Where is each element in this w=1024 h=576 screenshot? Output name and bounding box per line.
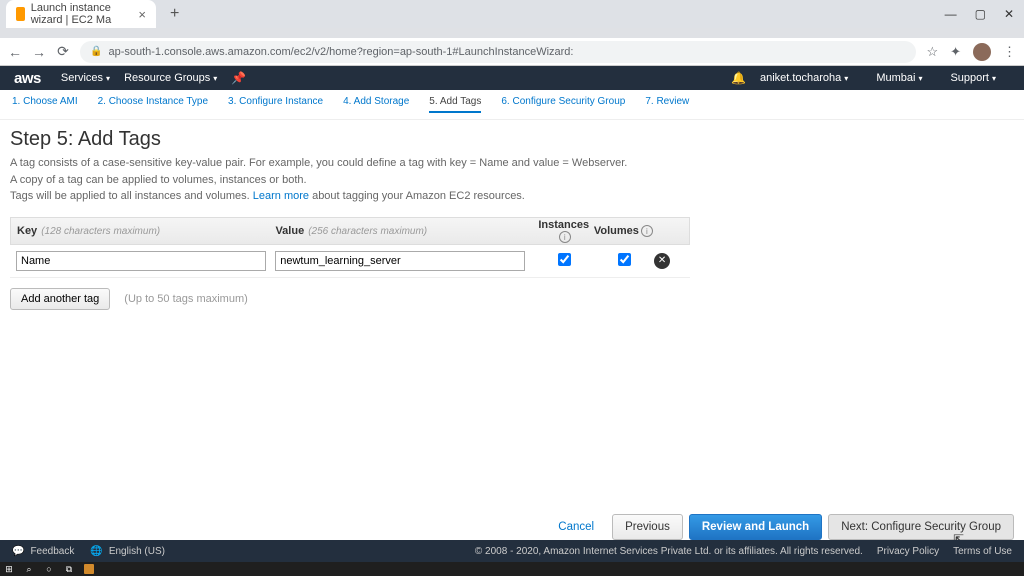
region-menu[interactable]: Mumbai▾ [876, 72, 922, 84]
step-review[interactable]: 7. Review [645, 96, 689, 113]
aws-header: aws Services▾ Resource Groups▾ 📌 🔔 anike… [0, 66, 1024, 90]
page-description: A tag consists of a case-sensitive key-v… [10, 155, 1014, 205]
add-tag-hint: (Up to 50 tags maximum) [124, 293, 247, 305]
resource-groups-menu[interactable]: Resource Groups▾ [124, 72, 217, 84]
step-add-tags[interactable]: 5. Add Tags [429, 96, 481, 113]
page-content: Step 5: Add Tags A tag consists of a cas… [0, 120, 1024, 318]
start-icon[interactable]: ⊞ [4, 564, 14, 574]
forward-icon[interactable]: → [32, 44, 46, 60]
step-choose-instance-type[interactable]: 2. Choose Instance Type [98, 96, 208, 113]
tag-key-input[interactable] [16, 251, 266, 271]
browser-chrome: Launch instance wizard | EC2 Ma × + — ▢ … [0, 0, 1024, 38]
nav-row: ← → ⟳ 🔒 ap-south-1.console.aws.amazon.co… [0, 38, 1024, 66]
close-icon[interactable]: × [138, 7, 146, 22]
aws-footer: 💬 Feedback 🌐 English (US) © 2008 - 2020,… [0, 540, 1024, 562]
info-icon[interactable]: i [559, 231, 571, 243]
add-tag-row: Add another tag (Up to 50 tags maximum) [10, 288, 1014, 310]
browser-right-icons: ☆ ✦ ⋮ [926, 43, 1016, 61]
privacy-link[interactable]: Privacy Policy [877, 546, 939, 557]
taskview-icon[interactable]: ⧉ [64, 564, 74, 574]
volumes-checkbox[interactable] [618, 253, 631, 266]
step-configure-instance[interactable]: 3. Configure Instance [228, 96, 323, 113]
previous-button[interactable]: Previous [612, 514, 683, 540]
window-controls: — ▢ ✕ [945, 7, 1024, 21]
tab-title: Launch instance wizard | EC2 Ma [31, 2, 133, 26]
reload-icon[interactable]: ⟳ [56, 43, 70, 60]
windows-taskbar: ⊞ ⌕ ○ ⧉ [0, 562, 1024, 576]
cortana-icon[interactable]: ○ [44, 564, 54, 574]
minimize-icon[interactable]: — [945, 7, 957, 21]
info-icon[interactable]: i [641, 225, 653, 237]
copyright-text: © 2008 - 2020, Amazon Internet Services … [475, 546, 863, 557]
instances-checkbox[interactable] [558, 253, 571, 266]
extensions-icon[interactable]: ✦ [950, 44, 961, 60]
tab-row: Launch instance wizard | EC2 Ma × + — ▢ … [0, 0, 1024, 28]
back-icon[interactable]: ← [8, 44, 22, 60]
page-title: Step 5: Add Tags [10, 128, 1014, 151]
new-tab-button[interactable]: + [164, 5, 185, 23]
star-icon[interactable]: ☆ [926, 44, 938, 60]
step-configure-security-group[interactable]: 6. Configure Security Group [501, 96, 625, 113]
feedback-link[interactable]: 💬 Feedback [12, 546, 74, 557]
cancel-button[interactable]: Cancel [546, 515, 606, 539]
taskbar-app[interactable] [84, 564, 94, 574]
review-and-launch-button[interactable]: Review and Launch [689, 514, 822, 540]
step-add-storage[interactable]: 4. Add Storage [343, 96, 409, 113]
search-icon[interactable]: ⌕ [24, 564, 34, 574]
tag-value-input[interactable] [275, 251, 525, 271]
account-menu[interactable]: aniket.tocharoha▾ [760, 72, 848, 84]
lock-icon: 🔒 [90, 46, 102, 57]
table-row: ✕ [10, 245, 690, 278]
wizard-steps: 1. Choose AMI 2. Choose Instance Type 3.… [0, 90, 1024, 120]
learn-more-link[interactable]: Learn more [253, 190, 309, 202]
url-text: ap-south-1.console.aws.amazon.com/ec2/v2… [108, 46, 573, 58]
close-window-icon[interactable]: ✕ [1004, 7, 1014, 21]
maximize-icon[interactable]: ▢ [975, 7, 986, 21]
tags-table: Key(128 characters maximum) Value(256 ch… [10, 217, 690, 278]
support-menu[interactable]: Support▾ [950, 72, 996, 84]
language-menu[interactable]: 🌐 English (US) [90, 546, 165, 557]
aws-logo[interactable]: aws [14, 70, 41, 87]
aws-favicon [16, 7, 25, 21]
services-menu[interactable]: Services▾ [61, 72, 110, 84]
browser-tab[interactable]: Launch instance wizard | EC2 Ma × [6, 0, 156, 28]
pin-icon[interactable]: 📌 [231, 71, 246, 85]
add-another-tag-button[interactable]: Add another tag [10, 288, 110, 310]
next-button[interactable]: Next: Configure Security Group [828, 514, 1014, 540]
terms-link[interactable]: Terms of Use [953, 546, 1012, 557]
url-bar[interactable]: 🔒 ap-south-1.console.aws.amazon.com/ec2/… [80, 41, 916, 63]
table-header: Key(128 characters maximum) Value(256 ch… [10, 217, 690, 245]
bell-icon[interactable]: 🔔 [731, 71, 746, 85]
delete-tag-button[interactable]: ✕ [654, 253, 670, 269]
wizard-actions: Cancel Previous Review and Launch Next: … [546, 514, 1014, 540]
profile-avatar[interactable] [973, 43, 991, 61]
step-choose-ami[interactable]: 1. Choose AMI [12, 96, 78, 113]
menu-icon[interactable]: ⋮ [1003, 44, 1016, 60]
